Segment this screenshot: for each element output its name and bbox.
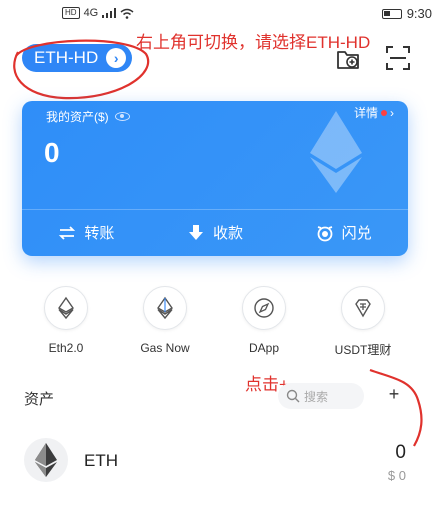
card-actions: 转账 收款 闪兑 [22,209,408,256]
eth2-icon [44,286,88,330]
gas-now-icon [143,286,187,330]
asset-fiat-value: $ 0 [387,468,406,483]
search-icon [286,389,300,403]
balance-value: 0 [44,137,60,168]
receive-icon [189,224,203,240]
hd-badge: HD [62,7,80,19]
status-right: 9:30 [381,6,432,21]
eth-watermark-icon [310,111,362,193]
app-label-gas-now: Gas Now [140,341,190,355]
search-placeholder: 搜索 [304,389,329,404]
asset-amount: 0 [395,442,406,463]
assets-title: 资产 [24,391,55,408]
app-usdt[interactable]: USDT理财 [318,286,408,358]
status-time: 9:30 [406,6,432,21]
asset-label-text: 我的资产($) [46,110,109,124]
add-asset-button[interactable]: + [384,384,404,405]
asset-card: 我的资产($) 详情 › 0 转账 收款 闪兑 [22,101,408,256]
swap-button[interactable]: 闪兑 [279,209,408,256]
battery-icon [381,8,402,19]
app-eth2[interactable]: Eth2.0 [21,286,111,355]
transfer-icon [59,225,76,240]
receive-button[interactable]: 收款 [151,209,280,256]
compass-icon [242,286,286,330]
wallet-switcher[interactable]: ETH-HD › [22,44,133,72]
app-label-eth2: Eth2.0 [48,341,84,355]
app-label-usdt: USDT理财 [334,343,392,357]
wallet-name: ETH-HD [34,48,99,67]
notification-dot [381,109,387,116]
swap-icon [317,225,333,241]
status-bar: HD 4G 9:30 [0,0,448,30]
signal-icon [102,8,117,18]
asset-name: ETH [84,451,118,470]
chevron-right-icon: › [390,105,394,120]
asset-row-eth[interactable]: ETH 0 $ 0 [0,432,448,492]
app-gas-now[interactable]: Gas Now [120,286,210,355]
wifi-icon [120,8,134,19]
transfer-button[interactable]: 转账 [22,209,151,256]
asset-card-label: 我的资产($) [46,108,130,125]
usdt-icon [341,286,385,330]
eye-icon[interactable] [114,112,130,121]
quick-apps: Eth2.0 Gas Now DApp USDT理财 [0,286,448,366]
app-label-dapp: DApp [248,341,280,355]
scan-icon[interactable] [384,44,412,72]
eth-icon [24,438,68,482]
status-left: HD 4G [62,7,134,19]
swap-label: 闪兑 [341,225,372,242]
asset-search-input[interactable]: 搜索 [278,383,364,409]
app-dapp[interactable]: DApp [219,286,309,355]
transfer-label: 转账 [84,225,115,242]
chevron-right-icon: › [106,48,127,68]
network-label: 4G [83,7,99,19]
add-wallet-icon[interactable] [334,44,362,72]
receive-label: 收款 [213,225,244,242]
